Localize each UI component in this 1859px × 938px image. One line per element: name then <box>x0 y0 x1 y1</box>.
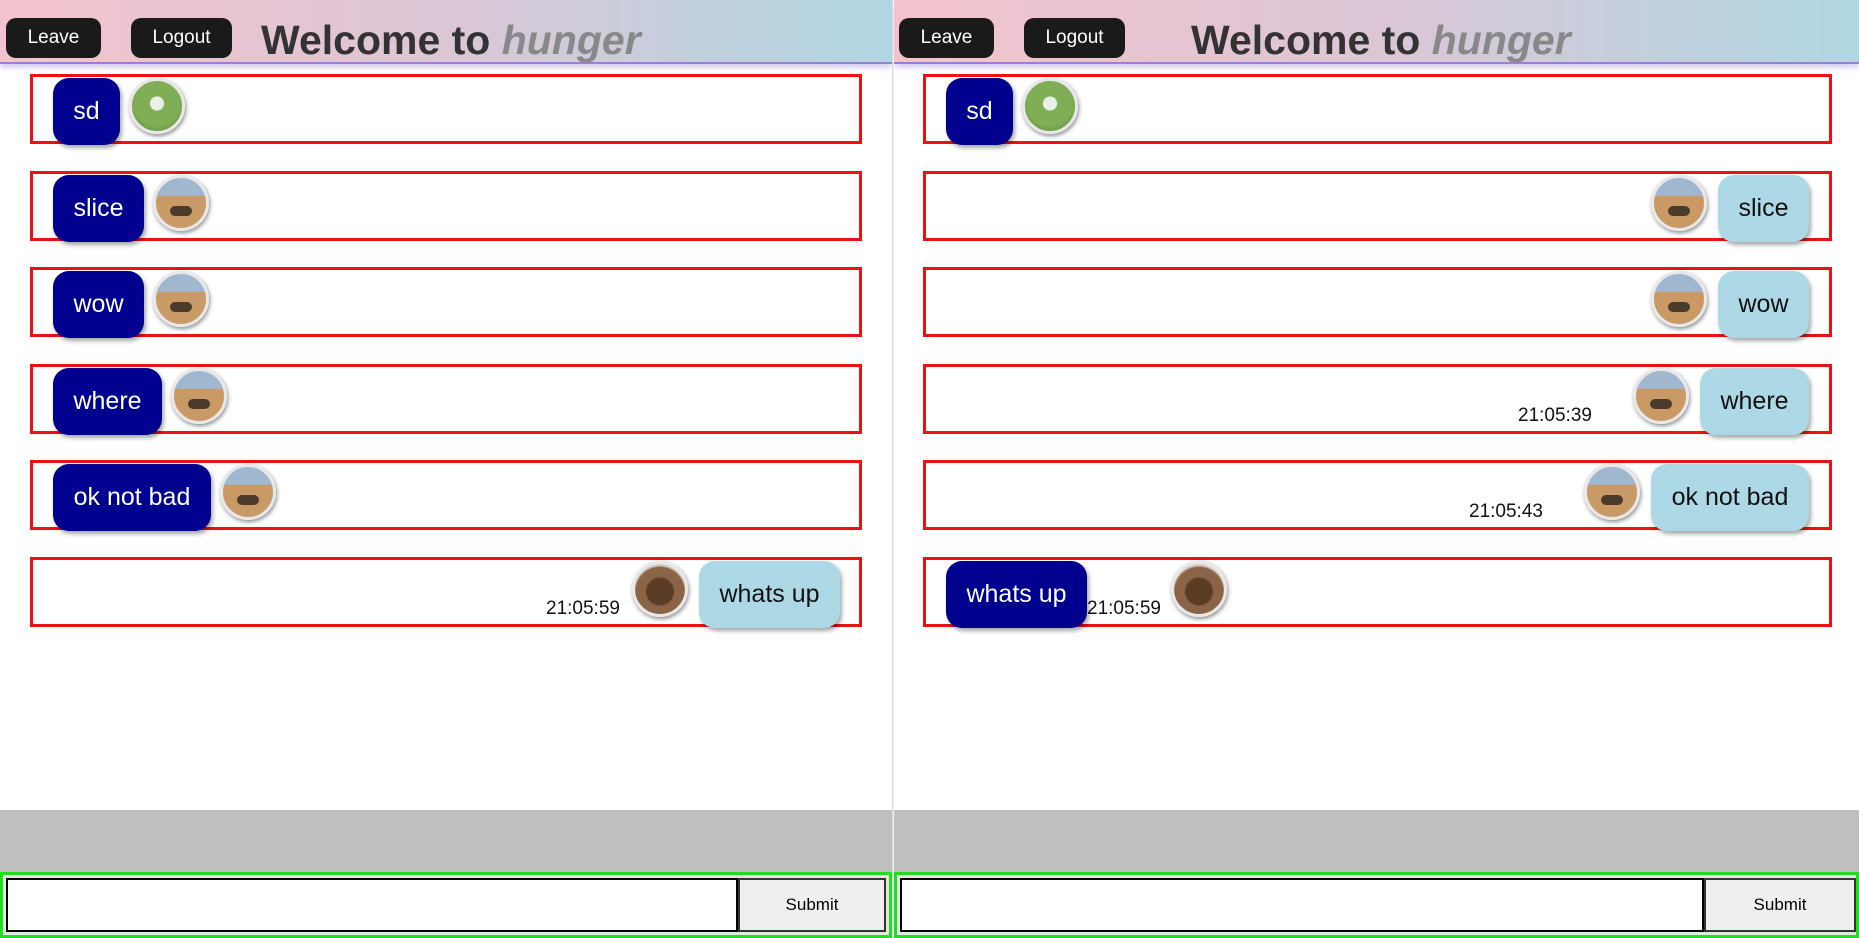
message-bubble: slice <box>1718 175 1809 242</box>
submit-button[interactable]: Submit <box>738 878 886 932</box>
message-bubble: sd <box>946 78 1013 145</box>
message-timestamp: 21:05:59 <box>546 598 620 619</box>
message-bubble: wow <box>1718 271 1809 338</box>
message-input[interactable] <box>900 878 1704 932</box>
message-bubble: ok not bad <box>1651 464 1809 531</box>
submit-button[interactable]: Submit <box>1704 878 1856 932</box>
message-row: wow <box>30 267 862 338</box>
message-row: wow <box>923 267 1832 338</box>
message-row: ok not bad <box>30 460 862 531</box>
message-bubble: wow <box>53 271 144 338</box>
message-bubble: slice <box>53 175 144 242</box>
message-bubble: where <box>1700 368 1809 435</box>
page-title: Welcome to hunger <box>1191 16 1571 64</box>
message-bubble: where <box>53 368 162 435</box>
header: Leave Logout Welcome to hunger <box>0 0 892 64</box>
leave-button[interactable]: Leave <box>899 18 994 58</box>
message-row: slice <box>30 171 862 242</box>
title-prefix: Welcome to <box>1191 17 1421 63</box>
message-row: sd <box>30 74 862 145</box>
chat-pane-right: Leave Logout Welcome to hunger sd slice … <box>894 0 1859 938</box>
message-area-footer <box>0 810 892 872</box>
message-timestamp: 21:05:39 <box>1518 405 1592 426</box>
composer: Submit <box>0 872 892 938</box>
message-timestamp: 21:05:59 <box>1087 598 1161 619</box>
message-bubble: whats up <box>946 561 1087 628</box>
dog-avatar <box>1171 561 1227 617</box>
logout-button[interactable]: Logout <box>1024 18 1125 58</box>
room-name: hunger <box>501 17 641 63</box>
message-row: where <box>30 364 862 435</box>
page-title: Welcome to hunger <box>261 16 641 64</box>
room-name: hunger <box>1431 17 1571 63</box>
chat-pane-left: Leave Logout Welcome to hunger sd slice … <box>0 0 893 938</box>
message-row: 21:05:43 ok not bad <box>923 460 1832 531</box>
header: Leave Logout Welcome to hunger <box>894 0 1859 64</box>
message-bubble: sd <box>53 78 120 145</box>
message-row: 21:05:59 whats up <box>30 557 862 628</box>
message-bubble: ok not bad <box>53 464 211 531</box>
dog-avatar <box>632 561 688 617</box>
beach-avatar <box>220 464 276 520</box>
message-row: 21:05:39 where <box>923 364 1832 435</box>
beach-avatar <box>1633 368 1689 424</box>
composer: Submit <box>894 872 1859 938</box>
message-row: whats up 21:05:59 <box>923 557 1832 628</box>
message-timestamp: 21:05:43 <box>1469 501 1543 522</box>
leave-button[interactable]: Leave <box>6 18 101 58</box>
message-bubble: whats up <box>699 561 840 628</box>
message-input[interactable] <box>6 878 738 932</box>
message-row: sd <box>923 74 1832 145</box>
message-row: slice <box>923 171 1832 242</box>
plant-avatar <box>129 78 185 134</box>
beach-avatar <box>153 175 209 231</box>
plant-avatar <box>1022 78 1078 134</box>
beach-avatar <box>1651 175 1707 231</box>
logout-button[interactable]: Logout <box>131 18 232 58</box>
title-prefix: Welcome to <box>261 17 491 63</box>
beach-avatar <box>1651 271 1707 327</box>
message-area-footer <box>894 810 1859 872</box>
beach-avatar <box>153 271 209 327</box>
beach-avatar <box>171 368 227 424</box>
beach-avatar <box>1584 464 1640 520</box>
